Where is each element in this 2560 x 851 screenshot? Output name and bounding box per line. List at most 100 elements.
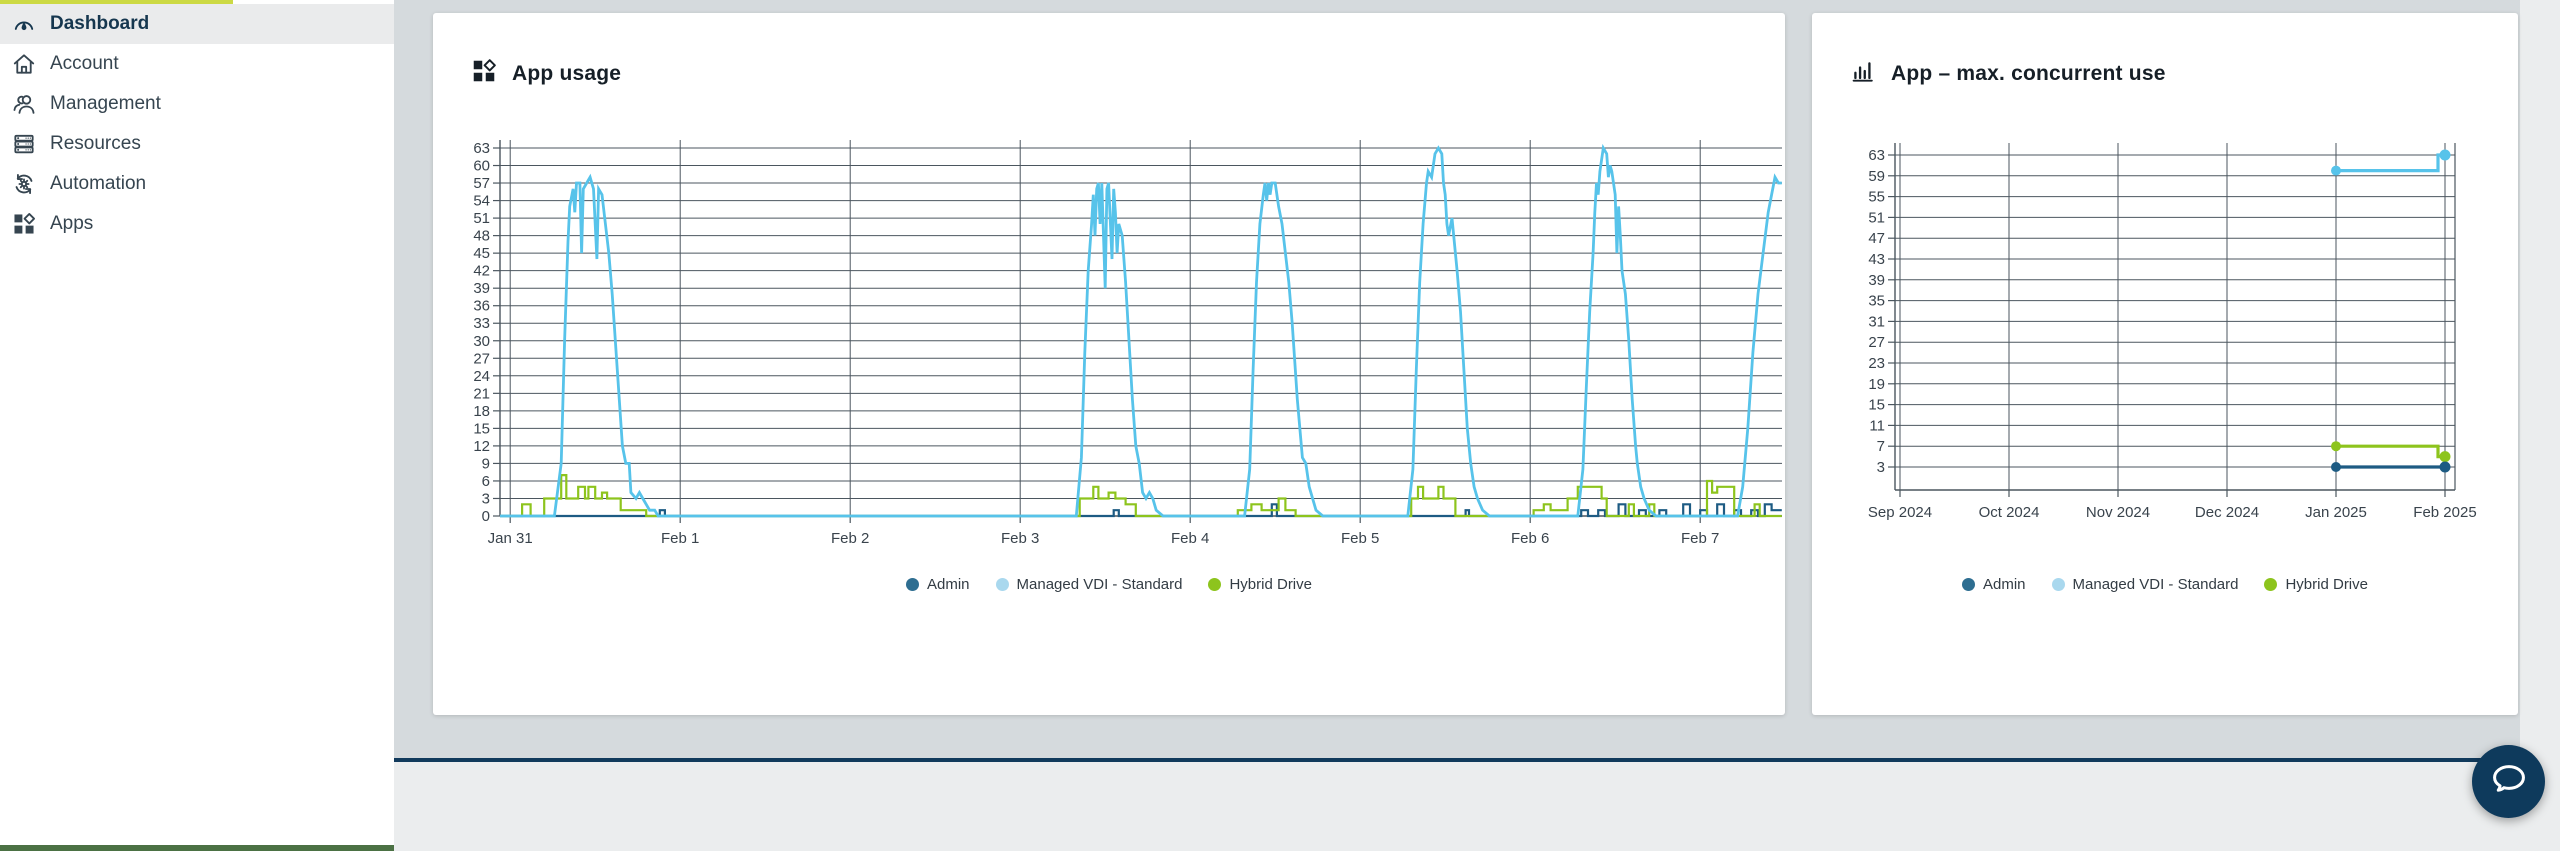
svg-text:Nov 2024: Nov 2024 [2086,504,2150,521]
card-title-app-usage: App usage [512,62,621,86]
card-max-concurrent-header: App – max. concurrent use [1849,57,2166,90]
svg-text:0: 0 [482,508,490,525]
sidebar-item-label: Apps [50,213,93,235]
svg-text:6: 6 [482,473,490,490]
svg-text:57: 57 [473,175,490,192]
legend-item-hybrid-drive: Hybrid Drive [1208,576,1312,593]
svg-text:Feb 7: Feb 7 [1681,530,1719,547]
svg-text:Dec 2024: Dec 2024 [2195,504,2259,521]
svg-text:Feb 1: Feb 1 [661,530,699,547]
svg-text:43: 43 [1868,251,1885,268]
svg-text:Feb 3: Feb 3 [1001,530,1039,547]
svg-text:59: 59 [1868,168,1885,185]
svg-text:27: 27 [1868,334,1885,351]
svg-text:23: 23 [1868,355,1885,372]
svg-text:9: 9 [482,455,490,472]
legend-label: Admin [927,576,970,593]
svg-text:42: 42 [473,263,490,280]
svg-text:21: 21 [473,385,490,402]
svg-text:18: 18 [473,403,490,420]
legend-dot [906,578,919,591]
legend-item-hybrid-drive: Hybrid Drive [2264,576,2368,593]
sidebar-item-label: Resources [50,133,141,155]
legend-dot [1208,578,1221,591]
sidebar-item-management[interactable]: Management [0,84,394,124]
svg-text:15: 15 [473,420,490,437]
legend-label: Admin [1983,576,2026,593]
sidebar-item-dashboard[interactable]: Dashboard [0,4,394,44]
app-usage-legend: Admin Managed VDI - Standard Hybrid Drive [433,576,1785,593]
svg-text:24: 24 [473,368,490,385]
svg-text:Oct 2024: Oct 2024 [1979,504,2040,521]
content-panel: App usage 036912151821242730333639424548… [391,0,2520,762]
legend-dot [996,578,1009,591]
max-concurrent-legend: Admin Managed VDI - Standard Hybrid Drive [1812,576,2518,593]
max-concurrent-chart: 371115192327313539434751555963Sep 2024Oc… [1812,13,2518,715]
users-icon [11,91,37,117]
chat-button[interactable] [2472,745,2545,818]
svg-text:Jan 31: Jan 31 [488,530,533,547]
legend-label: Hybrid Drive [2285,576,2368,593]
svg-text:36: 36 [473,298,490,315]
svg-text:7: 7 [1877,438,1885,455]
sidebar-menu: Dashboard Account Management Resources A… [0,4,394,244]
svg-text:55: 55 [1868,189,1885,206]
automation-icon [11,171,37,197]
svg-text:3: 3 [482,490,490,507]
svg-text:3: 3 [1877,459,1885,476]
home-icon [11,51,37,77]
svg-text:Sep 2024: Sep 2024 [1868,504,1932,521]
legend-item-managed-vdi-standard: Managed VDI - Standard [2052,576,2239,593]
legend-dot [2264,578,2277,591]
card-title-max-concurrent: App – max. concurrent use [1891,62,2166,86]
svg-text:63: 63 [473,140,490,157]
svg-text:12: 12 [473,438,490,455]
svg-text:35: 35 [1868,293,1885,310]
svg-text:54: 54 [473,193,490,210]
svg-text:Feb 5: Feb 5 [1341,530,1379,547]
legend-item-admin: Admin [906,576,970,593]
apps-icon [11,211,37,237]
svg-text:27: 27 [473,350,490,367]
sidebar-item-label: Automation [50,173,146,195]
svg-text:51: 51 [1868,209,1885,226]
sidebar-item-label: Account [50,53,119,75]
sidebar-item-resources[interactable]: Resources [0,124,394,164]
svg-text:48: 48 [473,228,490,245]
legend-label: Managed VDI - Standard [1017,576,1183,593]
chat-bubble-icon [2487,758,2531,805]
legend-dot [2052,578,2065,591]
svg-text:19: 19 [1868,376,1885,393]
svg-text:Feb 4: Feb 4 [1171,530,1209,547]
svg-text:31: 31 [1868,313,1885,330]
svg-text:15: 15 [1868,397,1885,414]
svg-text:Feb 2: Feb 2 [831,530,869,547]
svg-text:Feb 2025: Feb 2025 [2413,504,2476,521]
svg-text:60: 60 [473,158,490,175]
sidebar-bottom-bar [0,845,394,851]
apps-icon [470,57,498,90]
legend-label: Managed VDI - Standard [2073,576,2239,593]
svg-text:30: 30 [473,333,490,350]
legend-item-managed-vdi-standard: Managed VDI - Standard [996,576,1183,593]
sidebar-item-apps[interactable]: Apps [0,204,394,244]
svg-text:Feb 6: Feb 6 [1511,530,1549,547]
sidebar-item-label: Management [50,93,161,115]
app-usage-chart: 0369121518212427303336394245485154576063… [433,13,1785,715]
card-app-usage-header: App usage [470,57,621,90]
svg-text:47: 47 [1868,230,1885,247]
sidebar-item-account[interactable]: Account [0,44,394,84]
svg-text:Jan 2025: Jan 2025 [2305,504,2367,521]
sidebar-item-label: Dashboard [50,13,149,35]
server-icon [11,131,37,157]
sidebar-item-automation[interactable]: Automation [0,164,394,204]
card-app-usage: App usage 036912151821242730333639424548… [433,13,1785,715]
card-max-concurrent: App – max. concurrent use 37111519232731… [1812,13,2518,715]
sidebar: Dashboard Account Management Resources A… [0,0,394,851]
legend-dot [1962,578,1975,591]
gauge-icon [11,11,37,37]
svg-text:45: 45 [473,245,490,262]
legend-label: Hybrid Drive [1229,576,1312,593]
svg-text:51: 51 [473,210,490,227]
svg-text:39: 39 [473,280,490,297]
